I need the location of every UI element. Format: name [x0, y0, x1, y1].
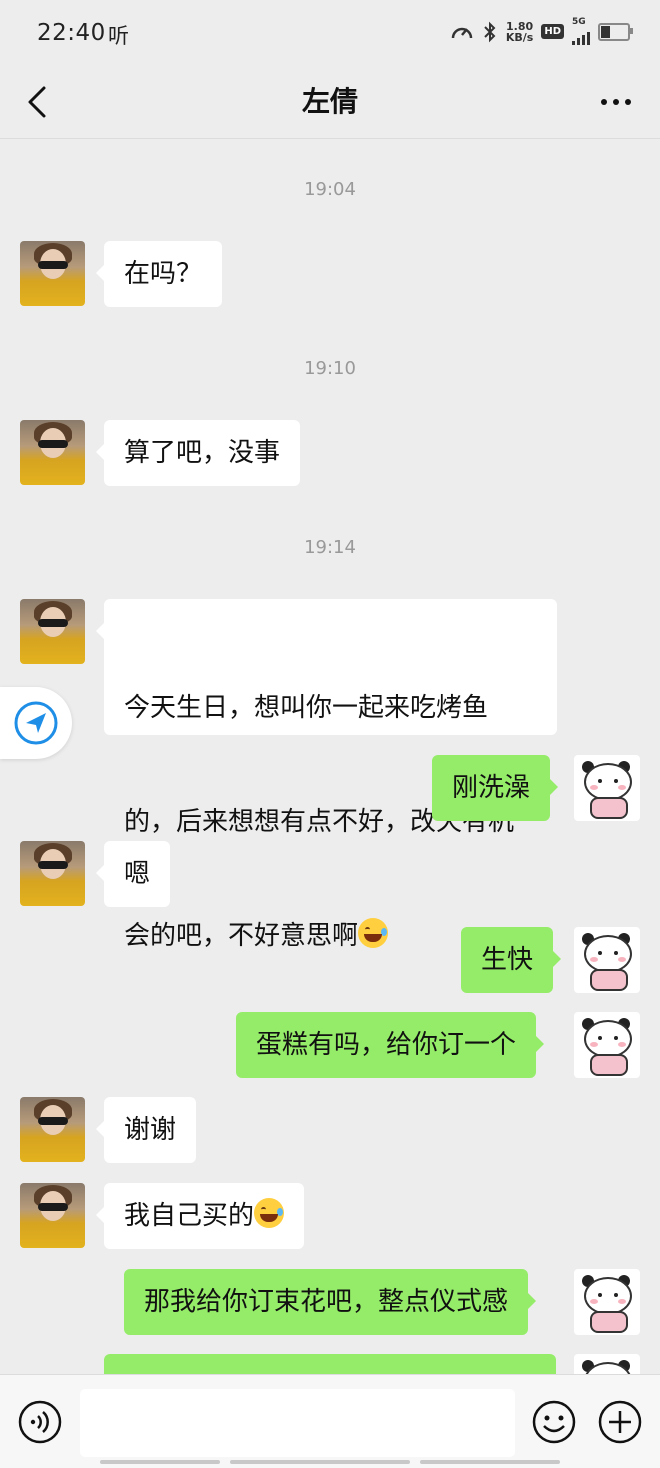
sent-message[interactable]: 生快: [461, 927, 562, 993]
received-message[interactable]: 算了吧，没事: [95, 420, 301, 486]
more-icon: [601, 99, 631, 105]
message-line: 今天生日，想叫你一起来吃烤鱼: [124, 693, 489, 723]
hd-badge: HD: [541, 24, 564, 39]
bluetooth-icon: [484, 21, 496, 42]
contact-avatar[interactable]: [20, 420, 85, 485]
contact-avatar[interactable]: [20, 841, 85, 906]
home-indicator: [100, 1460, 560, 1464]
battery-icon: [598, 22, 633, 41]
contact-avatar[interactable]: [20, 1097, 85, 1162]
message-list[interactable]: 19:04 在吗？ 19:10 算了吧，没事 19:14 今天生日，想叫你一起来…: [0, 139, 660, 1374]
my-avatar[interactable]: [574, 755, 640, 821]
message-input[interactable]: [80, 1389, 515, 1457]
contact-avatar[interactable]: [20, 241, 85, 306]
more-button[interactable]: [596, 82, 636, 122]
received-message[interactable]: 嗯: [95, 841, 171, 907]
received-message-with-emoji[interactable]: 我自己买的: [95, 1183, 305, 1249]
received-message[interactable]: 在吗？: [95, 241, 223, 307]
plus-icon: [598, 1400, 642, 1444]
my-avatar[interactable]: [574, 1012, 640, 1078]
emoji-button[interactable]: [531, 1399, 577, 1445]
speedometer-icon: [451, 27, 473, 38]
timestamp: 19:10: [304, 358, 356, 379]
signal-icon: [572, 27, 590, 45]
contact-avatar[interactable]: [20, 1183, 85, 1248]
chat-header: 左倩: [0, 68, 660, 139]
navigation-arrow-icon: [14, 701, 58, 745]
voice-button[interactable]: [17, 1399, 63, 1445]
net-speed: 1.80 KB/s: [506, 21, 533, 43]
sent-message[interactable]: 刚洗澡: [432, 755, 559, 821]
face-with-tears-of-joy-icon: [254, 1198, 285, 1228]
contact-avatar[interactable]: [20, 599, 85, 664]
status-icons: 1.80 KB/s HD 5G: [450, 18, 633, 45]
voice-icon: [18, 1400, 62, 1444]
input-bar: [0, 1374, 660, 1468]
message-text: 我自己买的: [124, 1201, 255, 1231]
received-message-multiline[interactable]: 今天生日，想叫你一起来吃烤鱼 的，后来想想有点不好，改天有机 会的吧，不好意思啊: [96, 599, 557, 951]
status-time: 22:40: [37, 20, 106, 46]
floating-assistant-button[interactable]: [0, 687, 72, 759]
my-avatar[interactable]: [574, 1354, 640, 1374]
plus-button[interactable]: [597, 1399, 643, 1445]
my-avatar[interactable]: [574, 927, 640, 993]
signal-group: 5G: [572, 18, 590, 45]
network-type: 5G: [572, 17, 586, 27]
timestamp: 19:14: [304, 537, 356, 558]
status-bar: 22:40 听 1.80 KB/s HD 5G: [0, 0, 660, 68]
timestamp: 19:04: [304, 179, 356, 200]
contact-name: 左倩: [301, 85, 358, 118]
my-avatar[interactable]: [574, 1269, 640, 1335]
face-with-tears-of-joy-icon: [358, 918, 389, 948]
received-message[interactable]: 谢谢: [95, 1097, 197, 1163]
sent-message-partial[interactable]: [104, 1354, 556, 1374]
net-speed-value: 1.80: [506, 19, 534, 33]
emoji-icon: [532, 1400, 576, 1444]
sent-message[interactable]: 那我给你订束花吧，整点仪式感: [124, 1269, 537, 1335]
message-line: 会的吧，不好意思啊: [124, 921, 359, 951]
net-speed-unit: KB/s: [505, 30, 534, 44]
sent-message[interactable]: 蛋糕有吗，给你订一个: [236, 1012, 545, 1078]
listen-indicator: 听: [108, 24, 129, 48]
